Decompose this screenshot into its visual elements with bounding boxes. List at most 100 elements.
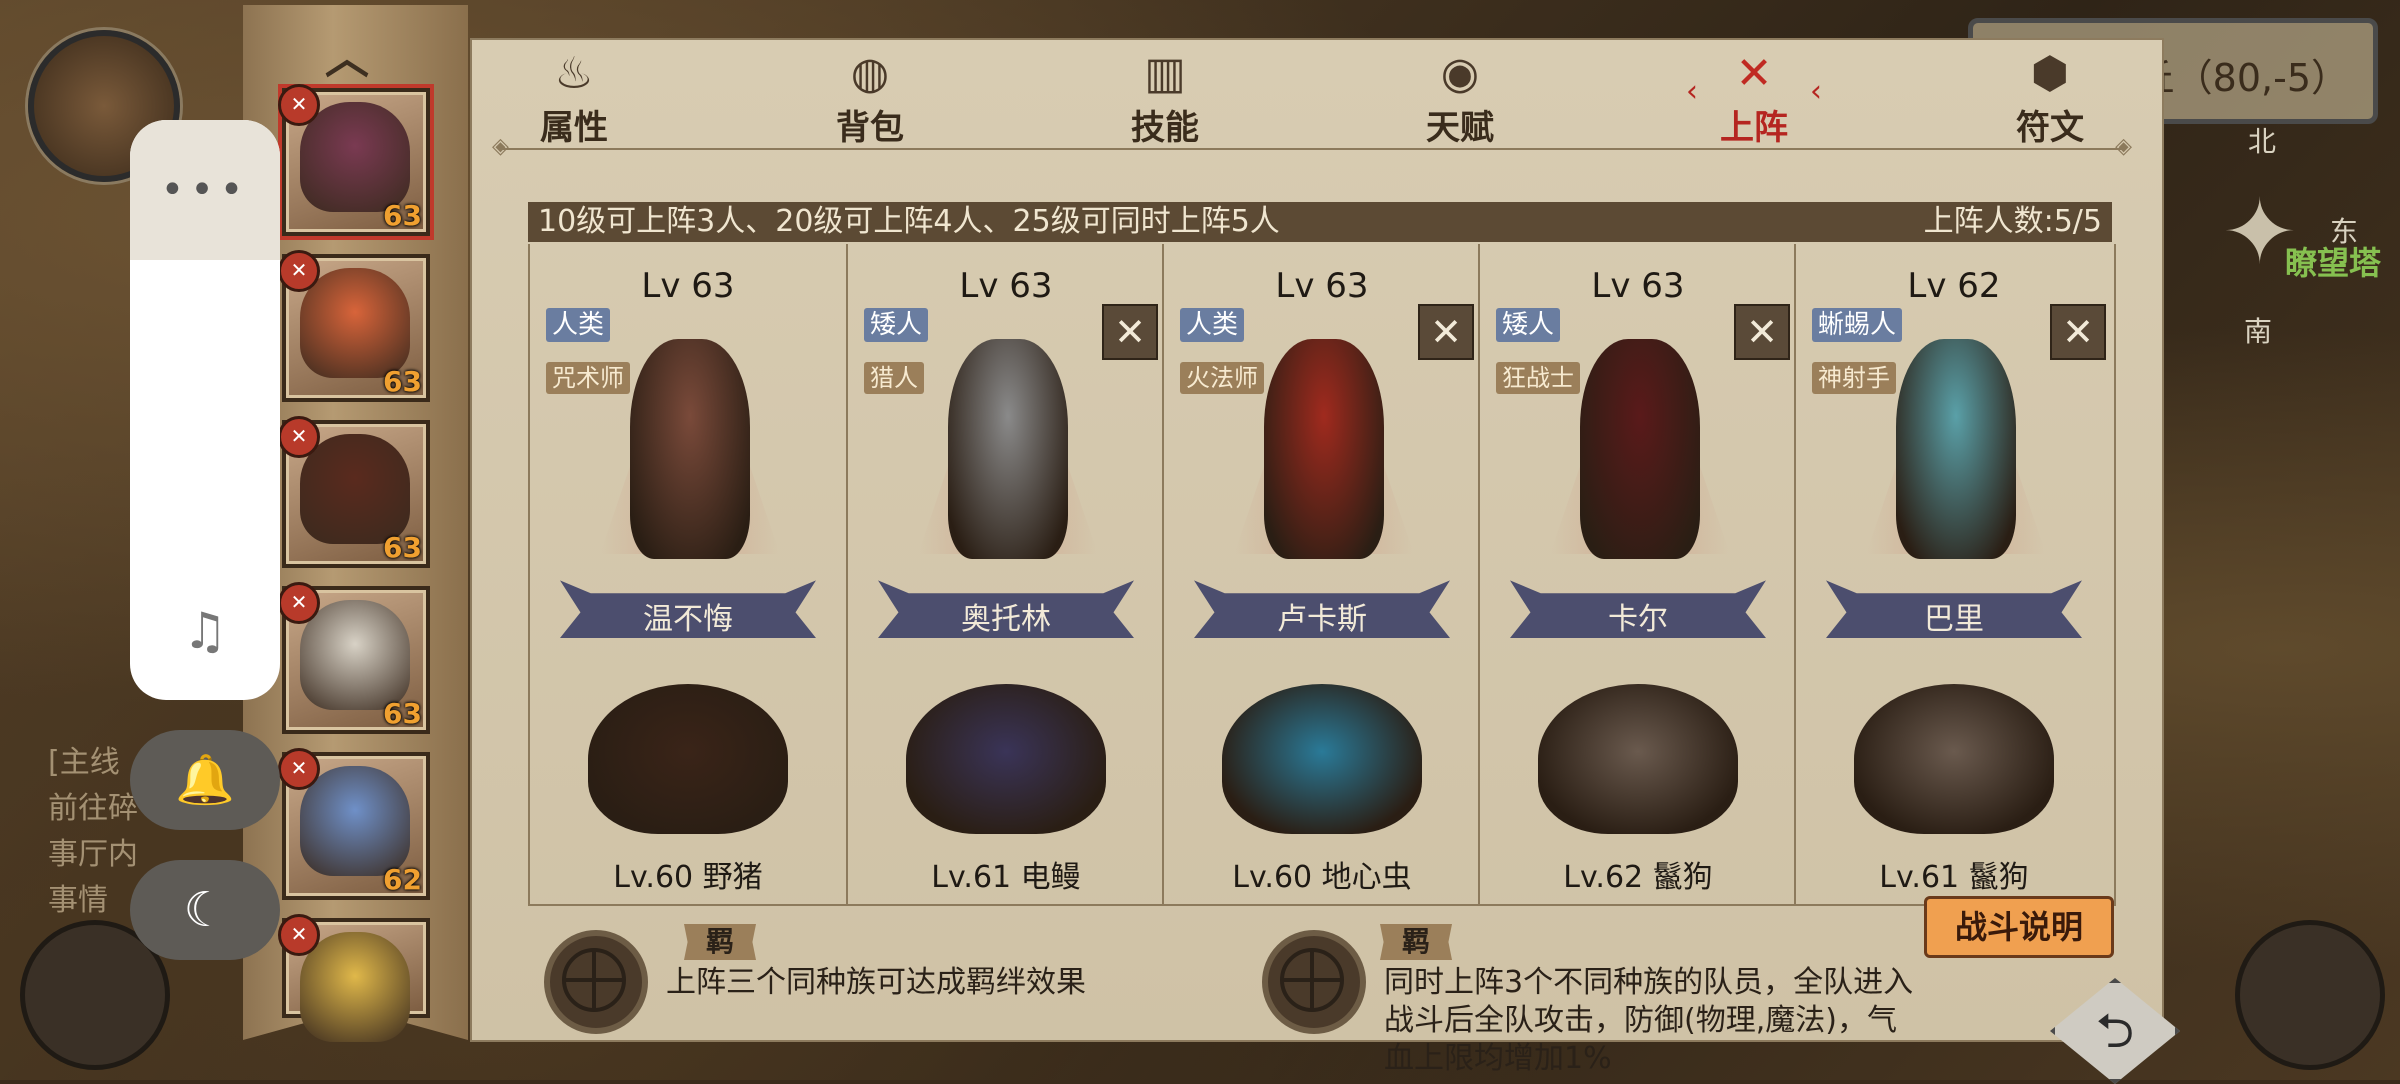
pet-figure[interactable] [906, 684, 1106, 834]
member-level: Lv 62 [1907, 266, 2001, 306]
hero-figure[interactable] [948, 339, 1068, 559]
rune-icon: ⬢ [2030, 48, 2070, 99]
member-name: 卡尔 [1608, 602, 1668, 637]
hero-level: 63 [383, 365, 422, 398]
bond-one-title: 羁绊一 [684, 924, 757, 960]
pet-label: Lv.61 鬣狗 [1879, 860, 2029, 895]
hero-slot[interactable]: ✕ 63 [278, 416, 430, 568]
hero-figure[interactable] [1896, 339, 2016, 559]
landmark-label[interactable]: 瞭望塔 [2285, 238, 2381, 284]
pet-label: Lv.61 电鳗 [931, 860, 1081, 895]
hero-level: 63 [383, 697, 422, 730]
pet-figure[interactable] [1538, 684, 1738, 834]
tab-5[interactable]: ✕ 上阵 [1686, 48, 1822, 148]
hero-figure[interactable] [1264, 339, 1384, 559]
battle-info-button[interactable]: 战斗说明 [1924, 896, 2114, 958]
class-tag: 猎人 [864, 362, 924, 394]
hero-slot[interactable]: ✕ [278, 914, 430, 1042]
race-tag: 蜥蜴人 [1812, 308, 1903, 342]
lineup-slot[interactable]: Lv 63 矮人 狂战士 卡尔 Lv.62 鬣狗 ✕ [1478, 244, 1796, 904]
race-tag: 人类 [1180, 308, 1245, 342]
remove-member-button[interactable]: ✕ [1734, 304, 1790, 360]
class-badge-icon: ✕ [278, 582, 320, 624]
lineup-slot[interactable]: Lv 63 人类火法师卢卡斯 Lv.60 地心虫 ✕ [1162, 244, 1480, 904]
hero-portrait [300, 102, 410, 212]
compass-south: 南 [2244, 315, 2273, 348]
remove-member-button[interactable]: ✕ [1418, 304, 1474, 360]
tab-label: 技能 [1131, 108, 1199, 148]
book-icon: ▥ [1144, 48, 1186, 99]
quest-title: [主线 [48, 745, 120, 780]
class-badge-icon: ✕ [278, 416, 320, 458]
pet-label: Lv.60 野猪 [613, 860, 763, 895]
member-name: 温不悔 [643, 602, 733, 637]
lineup-slot[interactable]: Lv 62 蜥蜴人神射手巴里 Lv.61 鬣狗 ✕ [1794, 244, 2112, 904]
tab-bar: ♨ 属性 ◍ 背包 ▥ 技能 ◉ 天赋 ✕ 上阵 ⬢ 符文 [472, 40, 2162, 150]
hero-slot[interactable]: ✕ 63 [278, 84, 430, 236]
hero-portrait [300, 434, 410, 544]
class-badge-icon: ✕ [278, 748, 320, 790]
notification-bell-icon[interactable]: 🔔 [130, 730, 280, 830]
home-building-button[interactable] [2235, 920, 2385, 1070]
lineup-count-text: 上阵人数:5/5 [1923, 204, 2102, 239]
class-tag: 火法师 [1180, 362, 1264, 394]
bond-one-desc: 上阵三个同种族可达成羁绊效果 [666, 965, 1086, 1000]
race-tag: 矮人 [864, 308, 929, 342]
pet-label: Lv.62 鬣狗 [1563, 860, 1713, 895]
remove-member-button[interactable]: ✕ [2050, 304, 2106, 360]
bond-two-title: 羁绊二 [1380, 924, 1453, 960]
tab-label: 背包 [836, 108, 904, 148]
hero-slot[interactable]: ✕ 62 [278, 748, 430, 900]
bond-one-emblem-icon [544, 930, 648, 1034]
member-name: 奥托林 [961, 602, 1051, 637]
hero-figure[interactable] [630, 339, 750, 559]
tab-label: 天赋 [1426, 108, 1494, 148]
tab-4[interactable]: ◉ 天赋 [1400, 48, 1520, 148]
hero-portrait [300, 268, 410, 378]
hero-level: 63 [383, 199, 422, 232]
tab-2[interactable]: ◍ 背包 [810, 48, 930, 148]
music-icon[interactable]: ♫ [130, 602, 280, 660]
more-options-button[interactable]: ••• [130, 120, 280, 260]
hero-portrait [300, 932, 410, 1042]
bag-icon: ◍ [850, 48, 890, 99]
tab-divider [492, 134, 2132, 159]
tab-3[interactable]: ▥ 技能 [1105, 48, 1225, 148]
class-tag: 咒术师 [546, 362, 630, 394]
hero-slot[interactable]: ✕ 63 [278, 582, 430, 734]
tab-6[interactable]: ⬢ 符文 [1990, 48, 2110, 148]
pet-label: Lv.60 地心虫 [1232, 860, 1412, 895]
class-badge-icon: ✕ [278, 84, 320, 126]
bond-two-desc: 同时上阵3个不同种族的队员，全队进入战斗后全队攻击，防御(物理,魔法)，气血上限… [1384, 965, 1914, 1076]
lineup-grid: Lv 63 人类咒术师温不悔 Lv.60 野猪 Lv 63 矮人猎人奥托林 Lv.61 电… [528, 244, 2116, 906]
tab-1[interactable]: ♨ 属性 [514, 48, 634, 148]
hero-portrait [300, 766, 410, 876]
night-mode-moon-icon[interactable]: ☾ [130, 860, 280, 960]
class-badge-icon: ✕ [278, 250, 320, 292]
hero-slot[interactable]: ✕ 63 [278, 250, 430, 402]
pet-figure[interactable] [588, 684, 788, 834]
compass-north: 北 [2248, 125, 2277, 158]
hero-figure[interactable] [1580, 339, 1700, 559]
lineup-slot[interactable]: Lv 63 人类 咒术师 温不悔 Lv.60 野猪 [530, 244, 846, 904]
hero-portrait [300, 600, 410, 710]
tab-label: 属性 [540, 108, 608, 148]
member-name: 卢卡斯 [1277, 602, 1367, 637]
class-tag: 神射手 [1812, 362, 1896, 394]
lineup-slot[interactable]: Lv 63 矮人猎人奥托林 Lv.61 电鳗 ✕ [846, 244, 1164, 904]
pet-figure[interactable] [1854, 684, 2054, 834]
member-level: Lv 63 [1591, 266, 1685, 306]
member-level: Lv 63 [1275, 266, 1369, 306]
pet-figure[interactable] [1222, 684, 1422, 834]
scroll-up-icon[interactable]: ︿ [325, 22, 369, 86]
member-name: 巴里 [1924, 602, 1984, 637]
member-level: Lv 63 [641, 266, 735, 306]
member-level: Lv 63 [959, 266, 1053, 306]
class-badge-icon: ✕ [278, 914, 320, 956]
quest-tracker[interactable]: [主线 前往碎 事厅内 事情 [48, 740, 138, 924]
lineup-rule-text: 10级可上阵3人、20级可上阵4人、25级可同时上阵5人 [538, 204, 1280, 239]
quest-line: 前往碎 [48, 791, 138, 826]
eye-icon: ◉ [1440, 48, 1480, 99]
remove-member-button[interactable]: ✕ [1102, 304, 1158, 360]
hero-level: 63 [383, 531, 422, 564]
